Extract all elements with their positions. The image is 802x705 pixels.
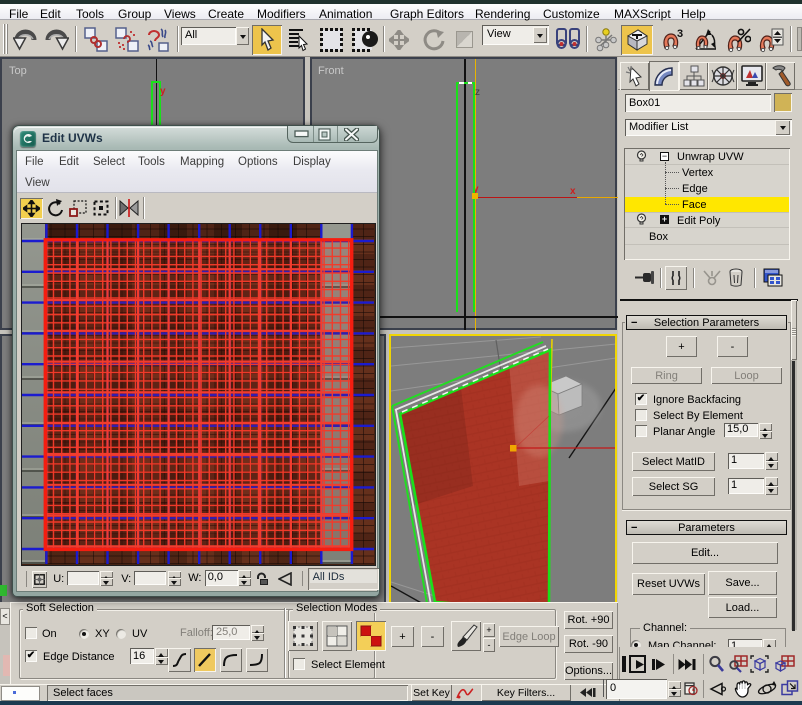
svg-text:3: 3 xyxy=(677,28,683,40)
